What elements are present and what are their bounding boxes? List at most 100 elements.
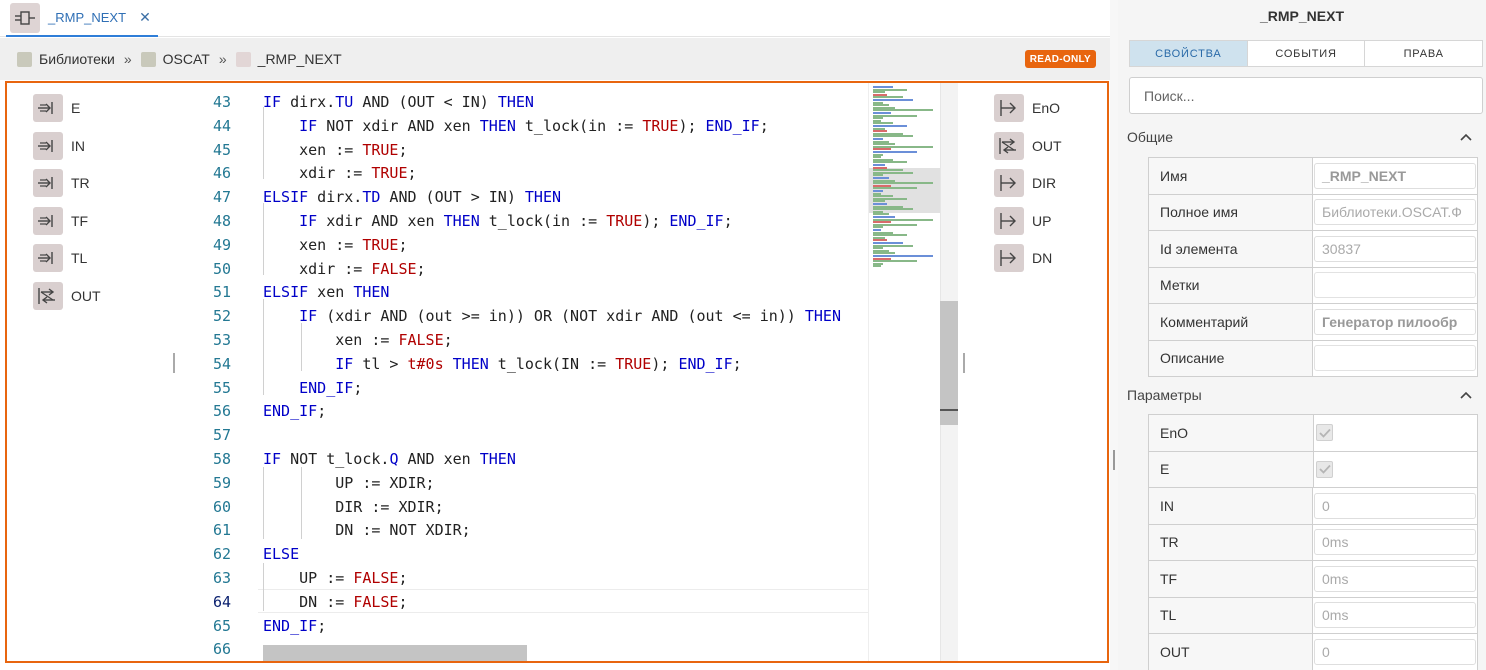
splitter-handle-right[interactable] <box>963 353 965 373</box>
property-value-field[interactable]: 0ms <box>1314 529 1476 556</box>
breadcrumb-item-libraries[interactable]: Библиотеки <box>17 51 115 67</box>
search-input[interactable] <box>1129 77 1483 114</box>
tab-rmp-next[interactable]: _RMP_NEXT ✕ <box>6 0 159 37</box>
splitter-handle-left[interactable] <box>173 353 175 373</box>
input-pin-icon <box>33 169 63 197</box>
line-number: 60 <box>212 497 231 516</box>
tab-properties[interactable]: СВОЙСТВА <box>1130 41 1248 66</box>
property-name: TL <box>1149 597 1313 633</box>
property-value-field[interactable]: Библиотеки.OSCAT.Ф <box>1314 199 1476 226</box>
tab-title: _RMP_NEXT <box>48 10 127 25</box>
output-pin-out[interactable]: OUT <box>994 131 1062 160</box>
splitter-grip[interactable] <box>1113 450 1115 470</box>
code-line: 63 UP := FALSE; <box>183 566 868 590</box>
line-number: 45 <box>212 140 231 159</box>
keyword-token: ELSIF <box>263 283 309 302</box>
text-token: ; <box>416 259 426 278</box>
line-number: 53 <box>212 331 231 349</box>
panel-tabs: СВОЙСТВА СОБЫТИЯ ПРАВА <box>1129 40 1483 67</box>
code-line: 61 DN := NOT XDIR; <box>183 518 868 542</box>
line-number: 64 <box>212 592 231 611</box>
property-row: OUT 0 <box>1149 634 1478 670</box>
section-params-header[interactable]: Параметры <box>1127 384 1473 406</box>
close-icon[interactable]: ✕ <box>138 9 152 26</box>
chevron-up-icon[interactable] <box>1459 388 1473 402</box>
property-value-cell: Генератор пилообр <box>1313 304 1477 340</box>
input-pin-in[interactable]: IN <box>33 131 85 160</box>
keyword-token: IF <box>263 450 282 468</box>
checkbox[interactable] <box>1316 460 1333 478</box>
breadcrumb-item-rmp-next[interactable]: _RMP_NEXT <box>235 51 342 67</box>
function-block-icon <box>10 2 40 33</box>
chevron-up-icon[interactable] <box>1459 130 1473 144</box>
output-pin-icon <box>994 94 1024 122</box>
property-value-cell: _RMP_NEXT <box>1313 158 1477 194</box>
code-line: 48 IF xdir AND xen THEN t_lock(in := TRU… <box>183 209 868 233</box>
pin-label: E <box>71 100 81 116</box>
pin-label: TR <box>71 175 90 191</box>
output-pin-dn[interactable]: DN <box>994 244 1052 272</box>
input-pin-tl[interactable]: TL <box>33 244 87 272</box>
text-token: ; <box>723 212 733 230</box>
property-value-field[interactable]: _RMP_NEXT <box>1314 162 1476 189</box>
pin-label: UP <box>1032 212 1052 229</box>
text-token: (xdir AND (out >= in)) OR (NOT xdir AND … <box>317 307 805 326</box>
code-line: 44 IF NOT xdir AND xen THEN t_lock(in :=… <box>183 114 868 138</box>
property-row: TR 0ms <box>1149 524 1478 561</box>
folder-icon <box>140 51 156 67</box>
code-text: END_IF; <box>263 376 362 400</box>
input-pin-tf[interactable]: TF <box>33 206 88 235</box>
input-pin-tr[interactable]: TR <box>33 169 90 197</box>
keyword-token: ELSE <box>263 545 300 564</box>
tab-events[interactable]: СОБЫТИЯ <box>1248 41 1366 66</box>
breadcrumb-item-oscat[interactable]: OSCAT <box>140 51 210 67</box>
line-number: 51 <box>212 283 231 302</box>
property-value-field[interactable]: 30837 <box>1314 235 1476 262</box>
property-value-field[interactable]: Генератор пилообр <box>1314 308 1476 335</box>
property-value-field[interactable]: 0 <box>1314 638 1476 665</box>
literal-token: FALSE <box>371 259 417 278</box>
panel-splitter[interactable] <box>1110 0 1118 670</box>
property-value-field[interactable]: 0ms <box>1314 602 1476 629</box>
output-pin-up[interactable]: UP <box>994 206 1052 235</box>
text-token: t_lock(in := <box>479 212 607 230</box>
text-token: ; <box>317 402 327 421</box>
folder-icon <box>17 51 32 67</box>
text-token: ; <box>353 378 363 397</box>
text-token: ; <box>398 569 408 587</box>
output-pin-dir[interactable]: DIR <box>994 169 1056 197</box>
code-minimap[interactable] <box>868 83 940 661</box>
input-pin-e[interactable]: E <box>33 94 80 122</box>
property-row: Комментарий Генератор пилообр <box>1149 304 1478 341</box>
checkbox[interactable] <box>1316 424 1333 442</box>
literal-token: TRUE <box>362 235 399 254</box>
property-value-field[interactable]: 0ms <box>1314 565 1476 592</box>
code-editor[interactable]: 43 IF dirx.TU AND (OUT < IN) THEN 44 IF NO… <box>183 83 868 661</box>
property-name: TF <box>1149 561 1313 597</box>
property-value-field[interactable] <box>1314 345 1476 372</box>
section-general-header[interactable]: Общие <box>1127 126 1473 148</box>
breadcrumb-label: _RMP_NEXT <box>257 51 342 67</box>
output-pin-eno[interactable]: EnO <box>994 94 1060 122</box>
code-line: 59 UP := XDIR; <box>183 471 868 495</box>
code-line: 57 <box>183 423 868 447</box>
tab-rights[interactable]: ПРАВА <box>1365 41 1482 66</box>
line-number: 62 <box>212 545 231 564</box>
property-value-field[interactable]: 0 <box>1314 492 1476 519</box>
input-pin-icon <box>33 131 63 160</box>
breadcrumb-label: OSCAT <box>162 51 210 67</box>
property-name: Полное имя <box>1149 194 1313 230</box>
code-text: ELSE <box>263 542 299 566</box>
text-token: xdir AND xen <box>317 212 444 230</box>
property-row: TF 0ms <box>1149 561 1478 598</box>
input-pin-icon <box>33 244 63 272</box>
property-name: Имя <box>1149 158 1313 194</box>
input-pin-out[interactable]: OUT <box>33 281 101 310</box>
text-token: t_lock(IN := <box>488 354 616 373</box>
vertical-scrollbar-thumb[interactable] <box>940 301 958 425</box>
property-value-field[interactable] <box>1314 272 1476 299</box>
code-text: DN := NOT XDIR; <box>263 518 470 542</box>
text-token: UP := <box>263 569 354 587</box>
